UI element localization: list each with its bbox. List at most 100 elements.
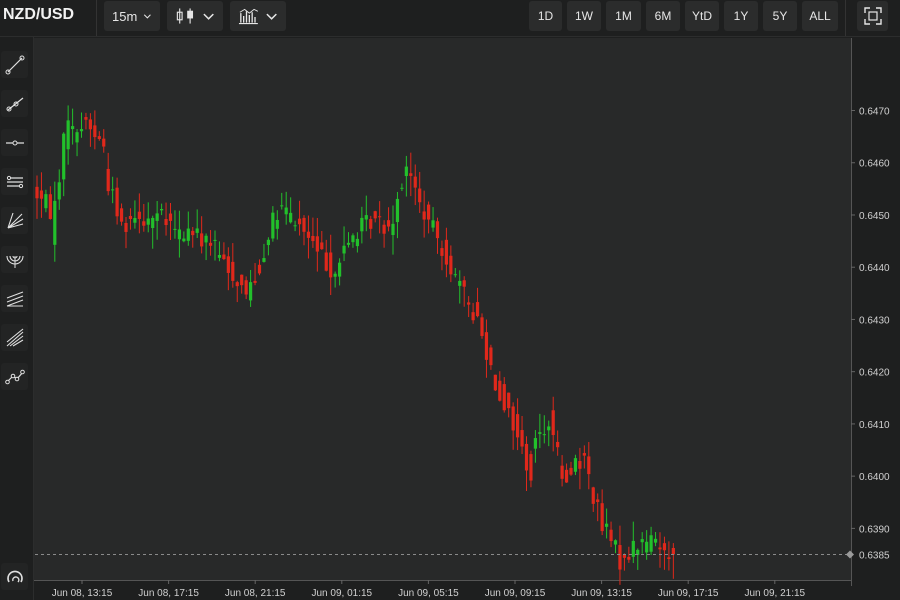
candle-body (320, 242, 324, 250)
candle-body (200, 233, 204, 247)
candle-body (462, 280, 466, 287)
candle-body (293, 225, 297, 227)
candle-body (57, 182, 61, 200)
last-price-label: 0.6385 (859, 550, 890, 561)
candle-body (609, 529, 613, 542)
candle-body (186, 228, 190, 241)
candle-body (329, 252, 333, 278)
candle-body (471, 312, 475, 321)
candle-body (573, 458, 578, 472)
candle-body (605, 523, 609, 527)
candle-body (111, 189, 115, 191)
candle-body (667, 557, 671, 559)
candle-body (564, 469, 569, 483)
candle-body (431, 220, 435, 228)
candle-body (640, 539, 644, 543)
candle-body (671, 547, 675, 555)
candle-body (418, 188, 422, 203)
candle-body (658, 547, 662, 550)
candle-body (502, 384, 506, 411)
candle-body (338, 262, 342, 277)
candle-body (404, 166, 408, 177)
candle-body (284, 207, 288, 215)
candle-body (137, 211, 141, 219)
candle-body (324, 252, 328, 271)
candle-body (440, 248, 444, 256)
candle-body (213, 239, 217, 241)
candle-body (124, 222, 128, 232)
candle-body (395, 198, 400, 223)
candle-body (547, 426, 551, 431)
candle-body (409, 173, 413, 176)
candle-body (53, 200, 57, 245)
candle-body (458, 280, 462, 286)
candle-body (596, 499, 600, 503)
candle-body (351, 235, 355, 243)
candle-body (516, 414, 520, 438)
candle-body (533, 438, 537, 449)
candle-body (600, 503, 604, 532)
candle-body (475, 302, 480, 317)
candle-body (119, 208, 124, 222)
candlestick-chart: 0.6390 0.6400 0.6410 0.6420 0.6430 0.6440 0.64… (35, 105, 890, 599)
candle-body (88, 119, 92, 130)
last-price-marker (846, 550, 854, 559)
candle-body (538, 432, 542, 434)
candle-body (622, 554, 626, 558)
x-tick-label: Jun 09, 09:15 (485, 588, 546, 599)
candle-body (578, 461, 582, 469)
candle-body (249, 282, 253, 301)
candle-body (48, 194, 52, 219)
candle-body (627, 556, 631, 560)
candle-body (115, 187, 119, 217)
candle-body (613, 540, 618, 545)
candle-body (84, 117, 88, 120)
candle-body (93, 125, 97, 138)
candle-body (226, 256, 230, 273)
candle-body (560, 465, 564, 479)
candle-body (582, 453, 586, 456)
candle-body (208, 242, 213, 246)
candle-body (435, 221, 440, 239)
candle-body (302, 217, 306, 232)
candle-body (520, 430, 524, 447)
candle-body (155, 213, 159, 221)
candle-body (266, 239, 270, 246)
y-tick-label: 0.6420 (859, 368, 890, 379)
candle-body (484, 332, 489, 360)
candle-body (591, 487, 595, 504)
candle-body (542, 434, 546, 436)
candle-body (240, 274, 244, 286)
candle-body (453, 274, 457, 276)
candle-body (587, 456, 591, 475)
x-tick-label: Jun 09, 17:15 (658, 588, 719, 599)
candle-body (142, 221, 146, 226)
candle-body (556, 441, 560, 448)
candle-body (66, 120, 70, 150)
candle-body (195, 228, 199, 233)
candle-body (342, 245, 346, 254)
candle-body (378, 216, 382, 218)
candle-body (649, 535, 653, 552)
candle-body (618, 545, 622, 570)
candle-body (151, 217, 155, 229)
candle-body (297, 218, 302, 225)
x-tick-label: Jun 08, 13:15 (52, 588, 113, 599)
candle-body (222, 254, 226, 260)
candle-body (480, 317, 484, 336)
candle-body (333, 273, 337, 277)
candle-body (529, 454, 533, 481)
y-tick-label: 0.6430 (859, 315, 890, 326)
candle-body (102, 138, 106, 147)
candle-body (631, 540, 635, 557)
candle-body (71, 126, 75, 130)
candle-body (653, 538, 658, 543)
candle-body (645, 541, 649, 553)
candle-body (346, 242, 351, 245)
candle-body (253, 280, 257, 283)
candle-body (204, 235, 208, 243)
candle-body (489, 347, 493, 366)
candle-body (257, 264, 262, 274)
candle-body (569, 467, 573, 475)
candle-body (39, 190, 44, 199)
